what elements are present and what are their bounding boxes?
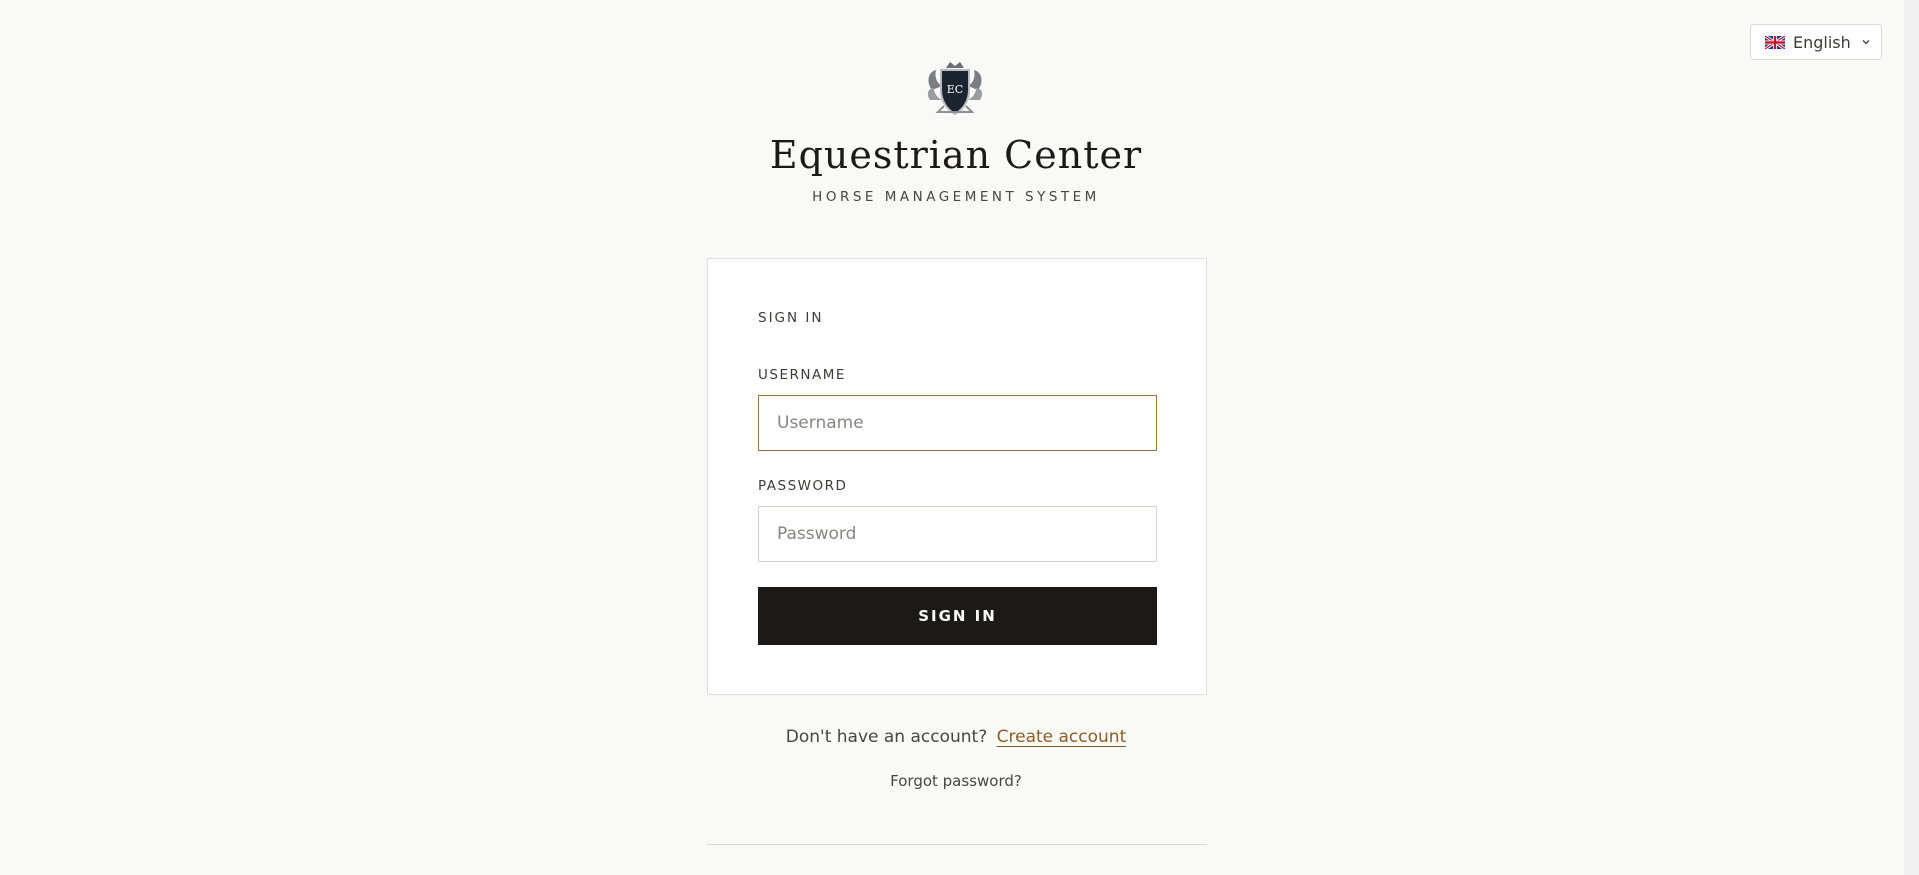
language-selector-label: English (1793, 32, 1851, 52)
username-input[interactable] (758, 395, 1157, 451)
app-title: Equestrian Center (769, 133, 1143, 177)
sign-in-button[interactable]: SIGN IN (758, 587, 1157, 645)
create-account-link[interactable]: Create account (997, 727, 1127, 747)
sign-in-card: SIGN IN USERNAME PASSWORD SIGN IN (707, 258, 1207, 695)
account-prompt-text: Don't have an account? (785, 727, 988, 747)
uk-flag-icon (1765, 35, 1785, 49)
forgot-password-link[interactable]: Forgot password? (0, 771, 1912, 791)
sign-in-heading: SIGN IN (758, 310, 824, 326)
username-label: USERNAME (758, 367, 846, 383)
password-label: PASSWORD (758, 478, 848, 494)
footer-divider (707, 844, 1207, 845)
create-account-prompt: Don't have an account? Create account (0, 726, 1912, 748)
app-subtitle: HORSE MANAGEMENT SYSTEM (812, 189, 1100, 205)
chevron-down-icon (1862, 40, 1870, 45)
password-input[interactable] (758, 506, 1157, 562)
crest-monogram: EC (947, 83, 963, 96)
crest-logo-icon: EC (927, 62, 983, 116)
language-selector[interactable]: English (1750, 24, 1882, 60)
